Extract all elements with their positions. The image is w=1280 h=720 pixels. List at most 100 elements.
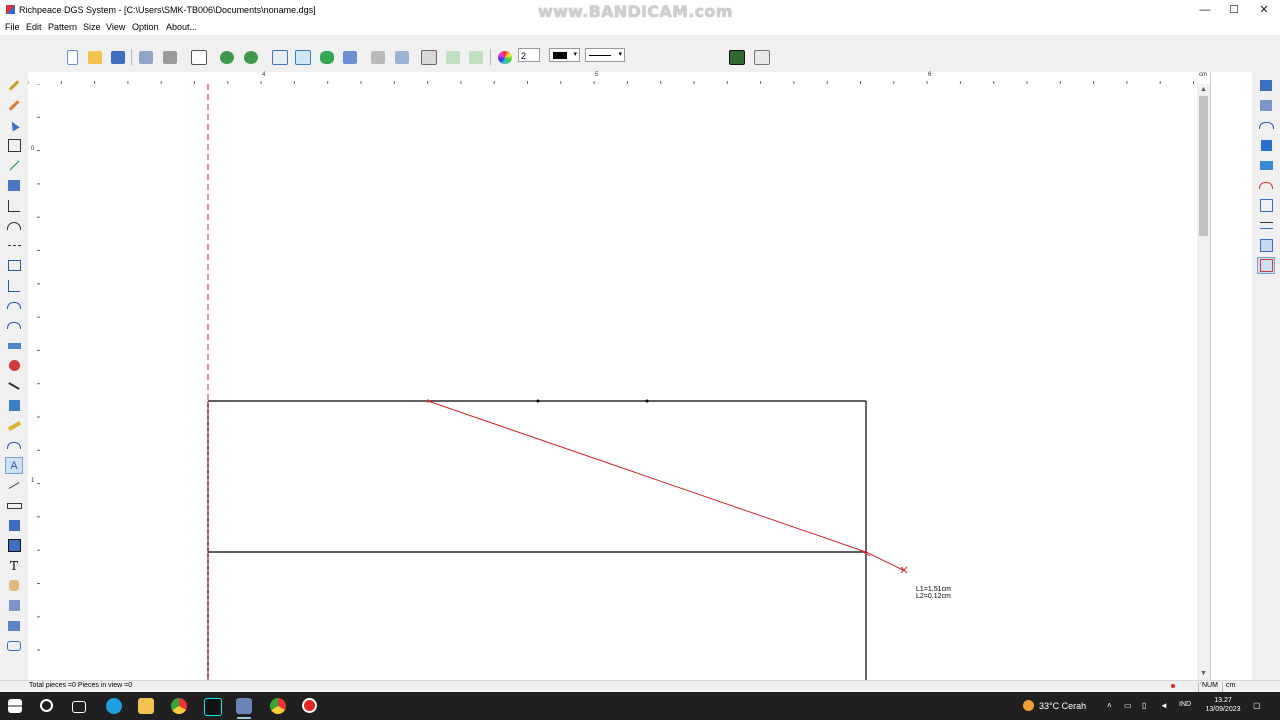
mirror-tool-icon[interactable]: [5, 517, 23, 534]
measure-l2: L2=0.12cm: [916, 593, 951, 600]
ruler-yellow-icon[interactable]: [5, 417, 23, 434]
maximize-button[interactable]: ☐: [1218, 0, 1250, 20]
fabric-icon[interactable]: [1257, 157, 1275, 174]
measure-tape-icon[interactable]: [5, 337, 23, 354]
brush-icon[interactable]: [368, 48, 388, 66]
marker-table-icon[interactable]: [727, 48, 747, 66]
line-style-select[interactable]: ▾: [585, 48, 625, 62]
cut-piece-icon[interactable]: [5, 397, 23, 414]
curve-piece-alt-icon[interactable]: [466, 48, 486, 66]
piece-copy-icon[interactable]: [1257, 97, 1275, 114]
scissors-red-icon[interactable]: [5, 357, 23, 374]
point-grid-icon[interactable]: [419, 48, 439, 66]
piece-tool-icon[interactable]: [5, 177, 23, 194]
color-wheel-icon[interactable]: [495, 48, 515, 66]
grid-icon[interactable]: [293, 48, 313, 66]
pattern-piece-icon[interactable]: [5, 597, 23, 614]
layers-icon[interactable]: [392, 48, 412, 66]
help-icon[interactable]: [752, 48, 772, 66]
plotter-icon[interactable]: [189, 48, 209, 66]
undo-icon[interactable]: [217, 48, 237, 66]
menu-edit[interactable]: Edit: [26, 22, 42, 32]
smart-pen-icon[interactable]: [5, 97, 23, 114]
pencil-tool-icon[interactable]: [5, 77, 23, 94]
sun-icon: [1023, 700, 1034, 711]
menu-file[interactable]: File: [5, 22, 20, 32]
edge-icon[interactable]: [106, 698, 122, 714]
vertical-scrollbar[interactable]: ▲ ▼: [1197, 84, 1210, 680]
title-bar: Richpeace DGS System - [C:\Users\SMK-TB0…: [0, 0, 1280, 21]
menu-about[interactable]: About...: [166, 22, 197, 32]
language-indicator[interactable]: IND: [1179, 701, 1191, 708]
redo-icon[interactable]: [241, 48, 261, 66]
scroll-thumb[interactable]: [1199, 96, 1208, 236]
pen-width-field[interactable]: 2: [518, 48, 540, 62]
piece-window-icon[interactable]: [1257, 257, 1275, 274]
scroll-up-icon[interactable]: ▲: [1197, 84, 1210, 96]
scissors-icon[interactable]: [5, 377, 23, 394]
hand-pan-icon[interactable]: [5, 577, 23, 594]
rotate-piece-icon[interactable]: [5, 537, 23, 554]
text-tool-icon[interactable]: T: [5, 557, 23, 574]
clock[interactable]: 13.27 13/09/2023: [1203, 696, 1243, 714]
piece-green-icon[interactable]: [317, 48, 337, 66]
richpeace-app-icon[interactable]: [236, 698, 252, 714]
lines-icon[interactable]: [1257, 217, 1275, 234]
network-icon[interactable]: ▯: [1142, 701, 1146, 710]
curve-piece-icon[interactable]: [443, 48, 463, 66]
minimize-button[interactable]: —: [1189, 0, 1221, 20]
pencil-edit-icon[interactable]: [136, 48, 156, 66]
new-file-icon[interactable]: [62, 48, 82, 66]
task-view-icon[interactable]: [72, 701, 86, 713]
grading-icon[interactable]: [340, 48, 360, 66]
bandicam-record-icon[interactable]: [302, 698, 317, 713]
dart-tool-icon[interactable]: [5, 437, 23, 454]
curve-tool-icon[interactable]: [5, 317, 23, 334]
start-windows-icon[interactable]: [8, 699, 22, 713]
drawing-canvas[interactable]: L1=1.51cm L2=0.12cm: [40, 84, 1197, 680]
pleat-tool-icon[interactable]: [5, 497, 23, 514]
arc-tool-icon[interactable]: [5, 217, 23, 234]
rectangle-tool-icon[interactable]: [5, 257, 23, 274]
fold-piece-icon[interactable]: [5, 617, 23, 634]
perpendicular-tool-icon[interactable]: [5, 277, 23, 294]
tiktok-icon[interactable]: [204, 698, 222, 716]
notch-tool-icon[interactable]: [5, 477, 23, 494]
ruler-tool-icon[interactable]: [270, 48, 290, 66]
menu-view[interactable]: View: [106, 22, 125, 32]
angle-tool-icon[interactable]: [5, 197, 23, 214]
line-tool-icon[interactable]: [5, 157, 23, 174]
arc-red-icon[interactable]: [1257, 177, 1275, 194]
chrome-icon[interactable]: [171, 698, 187, 714]
curve-edit-icon[interactable]: [1257, 117, 1275, 134]
dotted-line-icon[interactable]: [5, 237, 23, 254]
close-button[interactable]: ✕: [1248, 0, 1280, 20]
weather-widget[interactable]: 33°C Cerah: [1023, 700, 1086, 711]
notification-icon[interactable]: ▢: [1253, 701, 1261, 710]
save-icon[interactable]: [108, 48, 128, 66]
print-icon[interactable]: [160, 48, 180, 66]
menu-pattern[interactable]: Pattern: [48, 22, 77, 32]
piece-blue-icon[interactable]: [1257, 137, 1275, 154]
seam-piece-icon[interactable]: [5, 637, 23, 654]
line-color-select[interactable]: ▾: [549, 48, 580, 62]
point-adjust-icon[interactable]: [5, 137, 23, 154]
open-folder-icon[interactable]: [85, 48, 105, 66]
menu-size[interactable]: Size: [83, 22, 101, 32]
menu-option[interactable]: Option: [132, 22, 159, 32]
text-annotation-tool-icon[interactable]: A: [5, 457, 23, 474]
file-explorer-icon[interactable]: [138, 698, 154, 714]
volume-icon[interactable]: ◄: [1160, 701, 1168, 710]
piece-count-status: Total pieces =0 Pieces in view =0: [29, 682, 133, 689]
piece-info-icon[interactable]: [1257, 237, 1275, 254]
monitor-icon[interactable]: ▭: [1124, 701, 1132, 710]
circle-tool-icon[interactable]: [5, 297, 23, 314]
search-icon[interactable]: [40, 699, 53, 712]
chrome-profile-icon[interactable]: [270, 698, 286, 714]
select-arrow-icon[interactable]: [5, 117, 23, 134]
scroll-down-icon[interactable]: ▼: [1197, 668, 1210, 680]
chevron-up-icon[interactable]: ˄: [1107, 701, 1112, 710]
ruler-label: 6: [928, 72, 932, 78]
stack-icon[interactable]: [1257, 197, 1275, 214]
piece-list-icon[interactable]: [1257, 77, 1275, 94]
